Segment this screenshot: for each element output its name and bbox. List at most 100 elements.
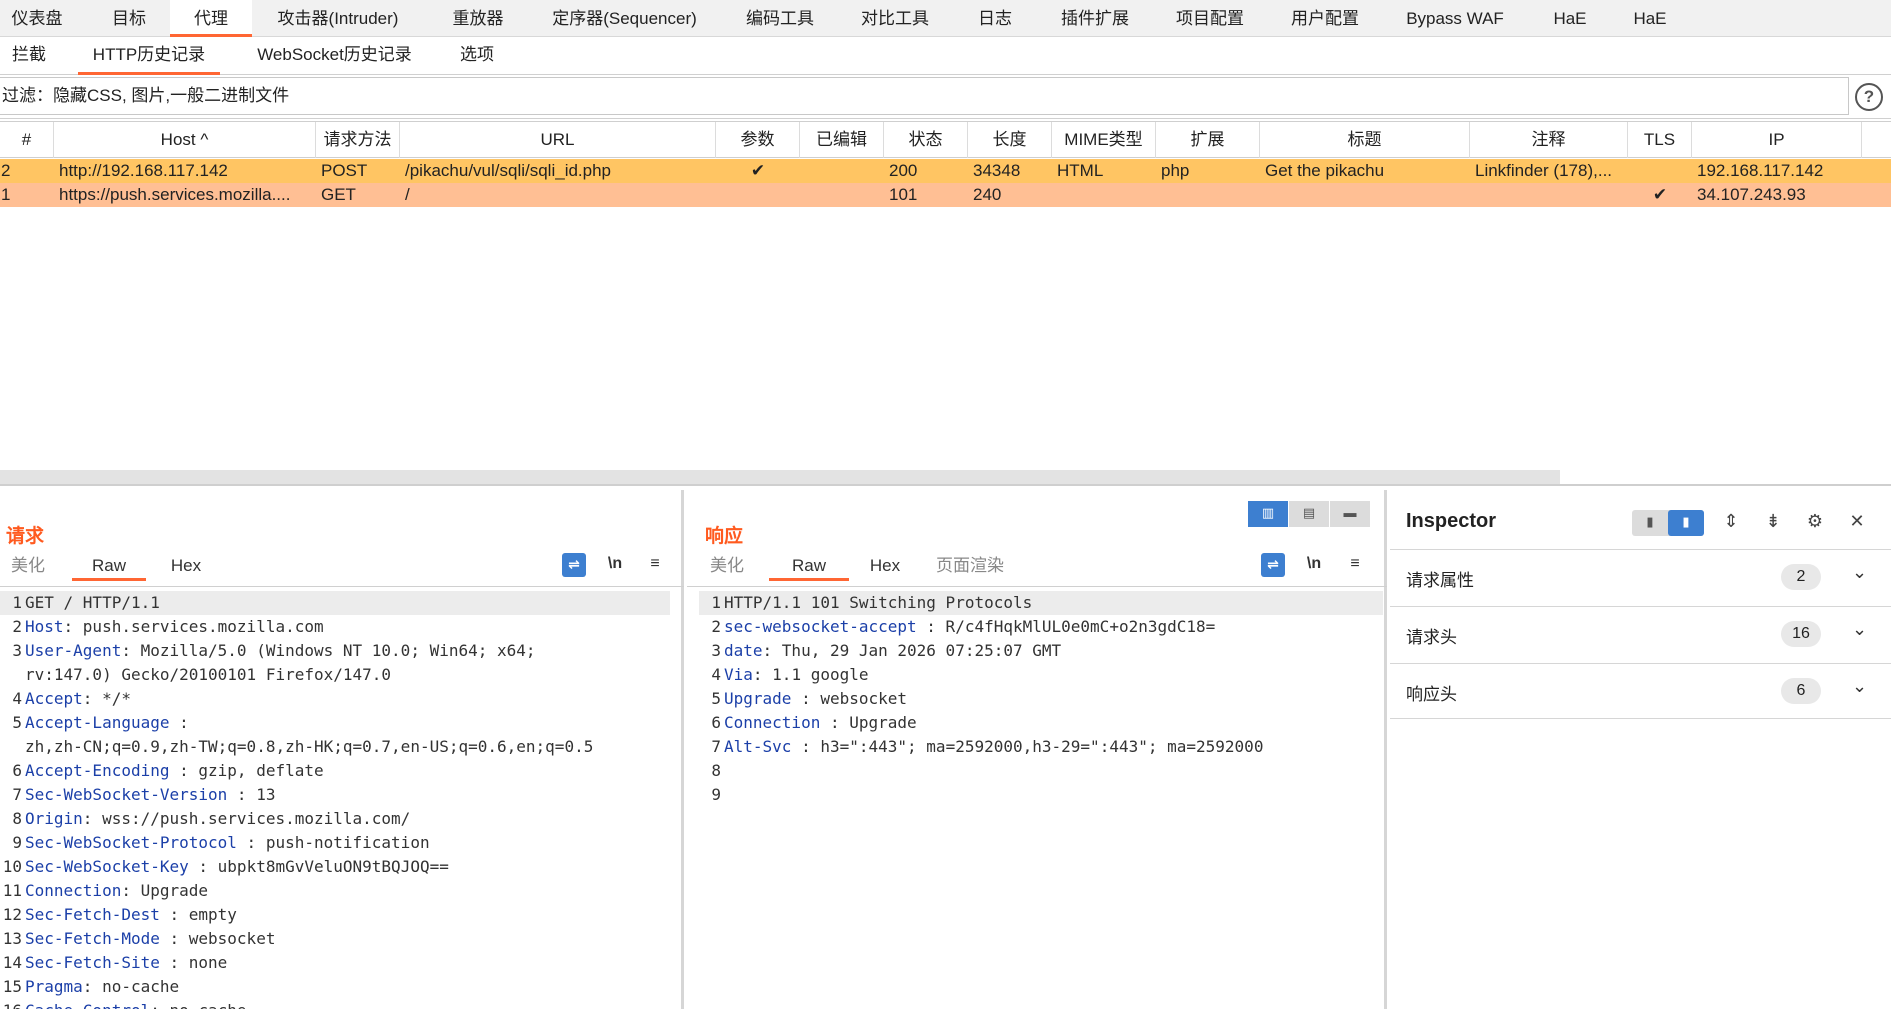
cell-number: 1 <box>1 185 11 204</box>
col-tls[interactable]: TLS <box>1628 122 1692 158</box>
tab-project-options[interactable]: 项目配置 <box>1165 0 1255 37</box>
gear-icon[interactable]: ⚙ <box>1800 508 1830 536</box>
tab-target[interactable]: 目标 <box>94 0 164 37</box>
cell-comment: Linkfinder (178),... <box>1475 161 1613 180</box>
menu-icon[interactable]: ≡ <box>643 553 667 577</box>
wrap-lines-icon[interactable]: ⇌ <box>562 553 586 577</box>
tab-sequencer[interactable]: 定序器(Sequencer) <box>542 0 707 37</box>
header-value: rv:147.0) Gecko/20100101 Firefox/147.0 <box>25 665 392 684</box>
header-name: Alt-Svc <box>724 737 792 756</box>
header-name: Host <box>25 617 64 636</box>
tab-comparer[interactable]: 对比工具 <box>850 0 940 37</box>
code-line: 9 Sec-WebSocket-Protocol : push-notificat… <box>0 831 670 855</box>
col-mime[interactable]: MIME类型 <box>1052 122 1156 158</box>
tab-raw[interactable]: Raw <box>72 553 146 581</box>
tab-decoder[interactable]: 编码工具 <box>735 0 825 37</box>
header-name: Cache-Control <box>25 1001 150 1009</box>
cell-url: /pikachu/vul/sqli/sqli_id.php <box>405 161 612 180</box>
tab-http-history[interactable]: HTTP历史记录 <box>78 37 220 75</box>
tab-bypass-waf[interactable]: Bypass WAF <box>1395 0 1515 37</box>
header-name: Origin <box>25 809 83 828</box>
collapse-all-icon[interactable]: ⇟ <box>1758 508 1788 536</box>
horizontal-scrollbar[interactable] <box>0 470 1560 484</box>
tab-websocket-history[interactable]: WebSocket历史记录 <box>242 37 427 75</box>
table-row[interactable]: 2 http://192.168.117.142 POST /pikachu/v… <box>0 159 1891 183</box>
layout-single-icon[interactable]: ▬ <box>1330 501 1370 527</box>
menu-icon[interactable]: ≡ <box>1343 553 1367 577</box>
tab-options[interactable]: 选项 <box>452 37 502 75</box>
tab-pretty[interactable]: 美化 <box>707 553 747 581</box>
tab-hae-2[interactable]: HaE <box>1620 0 1680 37</box>
col-comment[interactable]: 注释 <box>1470 122 1628 158</box>
line-number: 9 <box>711 785 721 804</box>
tab-hae-1[interactable]: HaE <box>1540 0 1600 37</box>
tab-render[interactable]: 页面渲染 <box>933 553 1007 581</box>
tab-pretty[interactable]: 美化 <box>8 553 48 581</box>
col-ip[interactable]: IP <box>1692 122 1862 158</box>
close-icon[interactable]: ✕ <box>1842 508 1872 536</box>
col-host[interactable]: Host ^ <box>54 122 316 158</box>
tab-logger[interactable]: 日志 <box>965 0 1025 37</box>
tab-dashboard[interactable]: 仪表盘 <box>0 0 74 37</box>
layout-stacked-icon[interactable]: ▤ <box>1289 501 1329 527</box>
code-line: 16Cache-Control: no-cache <box>0 999 670 1009</box>
col-url[interactable]: URL <box>400 122 716 158</box>
tab-hex[interactable]: Hex <box>166 553 206 581</box>
col-edited[interactable]: 已编辑 <box>800 122 884 158</box>
table-row[interactable]: 1 https://push.services.mozilla.... GET … <box>0 183 1891 207</box>
tab-raw[interactable]: Raw <box>769 553 849 581</box>
header-value: : push.services.mozilla.com <box>63 617 324 636</box>
wrap-lines-icon[interactable]: ⇌ <box>1261 553 1285 577</box>
line-number: 10 <box>2 857 22 876</box>
code-line: 1 GET / HTTP/1.1 <box>0 591 670 615</box>
layout-split-icon[interactable]: ▥ <box>1248 501 1288 527</box>
section-request-attributes[interactable]: 请求属性 2 ⌄ <box>1390 549 1891 605</box>
header-name: sec-websocket-accept <box>724 617 917 636</box>
line-text: Pragma: no-cache <box>25 975 179 999</box>
tab-user-options[interactable]: 用户配置 <box>1280 0 1370 37</box>
section-count-badge: 16 <box>1781 621 1821 647</box>
layout-right-icon[interactable]: ▮ <box>1668 510 1704 536</box>
line-number: 6 <box>711 713 721 732</box>
col-extension[interactable]: 扩展 <box>1156 122 1260 158</box>
layout-left-icon[interactable]: ▮ <box>1632 510 1668 536</box>
section-request-headers[interactable]: 请求头 16 ⌄ <box>1390 606 1891 662</box>
newline-icon[interactable]: \n <box>1302 553 1326 577</box>
help-icon[interactable]: ? <box>1855 83 1883 111</box>
col-method[interactable]: 请求方法 <box>316 122 400 158</box>
line-text: Accept-Language : <box>25 711 189 735</box>
chevron-down-icon[interactable]: ⌄ <box>1852 619 1867 640</box>
tab-intruder[interactable]: 攻击器(Intruder) <box>268 0 408 37</box>
chevron-down-icon[interactable]: ⌄ <box>1852 676 1867 697</box>
tab-proxy[interactable]: 代理 <box>170 0 252 37</box>
code-line: 3 User-Agent: Mozilla/5.0 (Windows NT 10.… <box>0 639 670 663</box>
chevron-down-icon[interactable]: ⌄ <box>1852 562 1867 583</box>
tab-intercept[interactable]: 拦截 <box>0 37 58 75</box>
header-value: : R/c4fHqkMlUL0e0mC+o2n3gdC18= <box>916 617 1216 636</box>
cell-length: 240 <box>973 185 1002 204</box>
inspector-panel: Inspector ▮ ▮ ⇕ ⇟ ⚙ ✕ 请求属性 2 ⌄ 请求头 16 ⌄ … <box>1390 490 1891 1009</box>
tab-hex[interactable]: Hex <box>865 553 905 581</box>
col-number[interactable]: # <box>0 122 54 158</box>
line-text: Sec-WebSocket-Key : ubpkt8mGvVeluON9tBQJ… <box>25 855 449 879</box>
inspector-layout-toggle[interactable]: ▮ ▮ <box>1632 510 1704 536</box>
tab-repeater[interactable]: 重放器 <box>438 0 518 37</box>
section-response-headers[interactable]: 响应头 6 ⌄ <box>1390 663 1891 719</box>
col-title[interactable]: 标题 <box>1260 122 1470 158</box>
newline-icon[interactable]: \n <box>603 553 627 577</box>
request-editor[interactable]: 1 GET / HTTP/1.1 2 Host: push.services.mozi… <box>0 591 670 1009</box>
response-editor[interactable]: 1 HTTP/1.1 101 Switching Protocols 2 sec-we… <box>699 591 1383 807</box>
code-line: 12 Sec-Fetch-Dest : empty <box>0 903 670 927</box>
col-length[interactable]: 长度 <box>968 122 1052 158</box>
cell-status: 101 <box>889 185 918 204</box>
col-params[interactable]: 参数 <box>716 122 800 158</box>
col-status[interactable]: 状态 <box>884 122 968 158</box>
line-number: 1 <box>711 593 721 612</box>
expand-all-icon[interactable]: ⇕ <box>1716 508 1746 536</box>
tab-extensions[interactable]: 插件扩展 <box>1050 0 1140 37</box>
divider <box>687 586 1387 587</box>
header-value: : gzip, deflate <box>169 761 324 780</box>
line-text: Sec-Fetch-Site : none <box>25 951 227 975</box>
filter-field[interactable]: 过滤：隐藏CSS, 图片,一般二进制文件 <box>0 77 1849 115</box>
header-name: Sec-Fetch-Mode <box>25 929 160 948</box>
